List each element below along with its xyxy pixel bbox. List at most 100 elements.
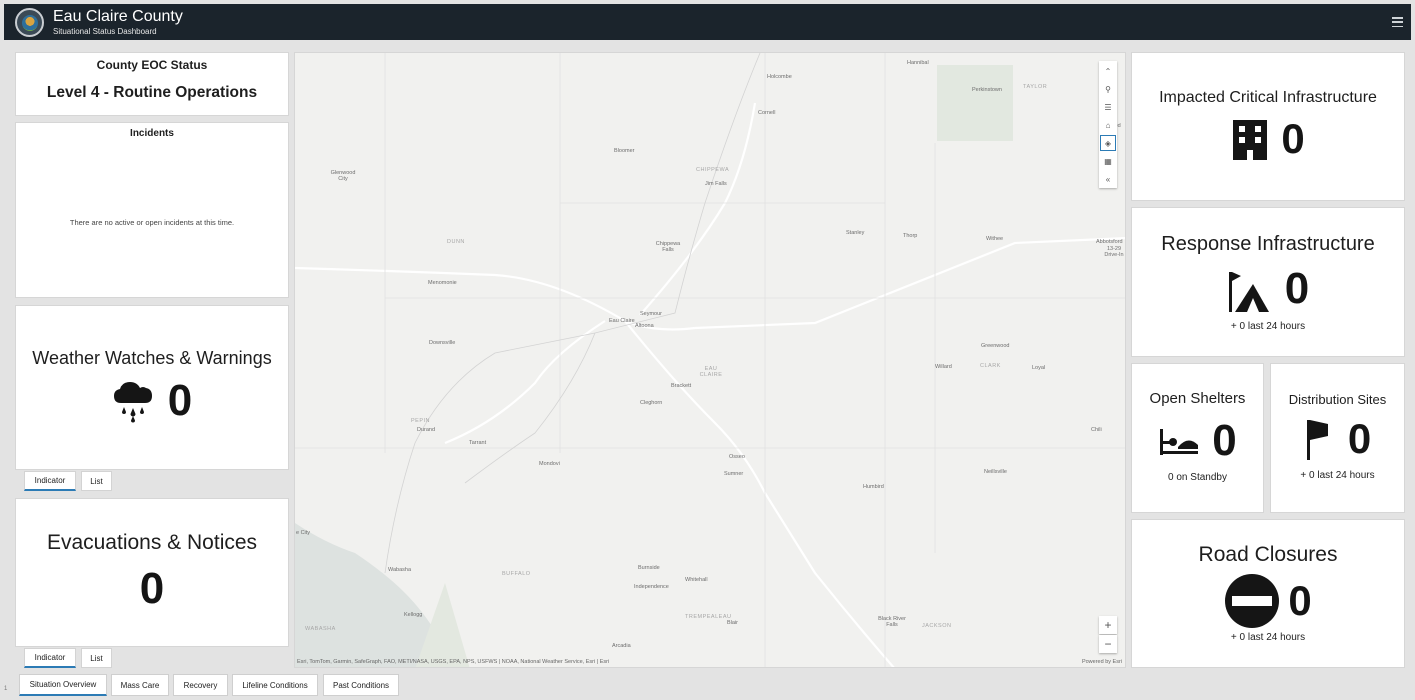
evacuations-title: Evacuations & Notices <box>46 531 258 554</box>
basemap-gallery-icon[interactable]: ▦ <box>1100 153 1116 169</box>
map-place-label: Cleghorn <box>640 400 663 406</box>
tab-mass-care[interactable]: Mass Care <box>111 674 169 696</box>
map-place-label: Stanley <box>846 230 865 236</box>
map-place-label: 13-29 Drive-In <box>1104 246 1124 258</box>
flag-tent-icon <box>1228 272 1269 312</box>
impacted-infrastructure-panel: Impacted Critical Infrastructure 0 <box>1131 52 1405 201</box>
no-entry-icon <box>1225 574 1280 628</box>
map-place-label: Tarrant <box>469 440 487 446</box>
map-place-label: Burnside <box>638 565 660 571</box>
map-county-label: CHIPPEWA <box>696 167 730 173</box>
map-place-label: Bloomer <box>614 148 635 154</box>
response-count: 0 <box>1284 264 1310 313</box>
map-place-label: Black River Falls <box>878 616 906 628</box>
county-seal-logo <box>15 8 44 37</box>
map-place-label: Jim Falls <box>705 181 727 187</box>
rain-cloud-icon <box>113 382 152 423</box>
weather-warnings-panel: Weather Watches & Warnings 0 <box>15 305 289 470</box>
legend-list-icon[interactable]: ☰ <box>1100 99 1116 115</box>
roads-subtext: + 0 last 24 hours <box>1230 632 1306 643</box>
eoc-status-panel: County EOC Status Level 4 - Routine Oper… <box>15 52 289 116</box>
home-icon[interactable]: ⌂ <box>1100 117 1116 133</box>
map-place-label: Menomonie <box>428 280 457 286</box>
app-subtitle: Situational Status Dashboard <box>53 27 157 36</box>
map-place-label: Perkinstown <box>972 87 1002 93</box>
map-place-label: Willard <box>935 364 952 370</box>
tab-past-conditions[interactable]: Past Conditions <box>323 674 399 696</box>
page-indicator: 1 <box>4 686 8 692</box>
collapse-left-icon[interactable]: « <box>1100 171 1116 187</box>
incidents-empty-message: There are no active or open incidents at… <box>69 218 235 227</box>
weather-count: 0 <box>167 376 193 425</box>
shelters-count: 0 <box>1212 416 1237 465</box>
map-place-label: Loyal <box>1032 365 1046 371</box>
map-place-label: Chili <box>1091 427 1102 433</box>
map-county-label: CLARK <box>980 363 1001 369</box>
map-place-label: Eau Claire <box>609 318 635 324</box>
map-basemap <box>295 53 1125 667</box>
search-icon[interactable]: ⚲ <box>1100 81 1116 97</box>
map-county-label: PEPIN <box>411 418 431 424</box>
map-place-label: Arcadia <box>612 643 631 649</box>
evac-tab-indicator[interactable]: Indicator <box>24 648 76 668</box>
tab-lifeline-conditions[interactable]: Lifeline Conditions <box>232 674 318 696</box>
impacted-count: 0 <box>1281 115 1305 162</box>
zoom-out-button[interactable]: − <box>1099 635 1117 653</box>
evacuations-count: 0 <box>139 564 165 613</box>
tab-situation-overview[interactable]: Situation Overview <box>19 674 107 696</box>
map-place-label: Thorp <box>903 233 918 239</box>
roads-count: 0 <box>1288 577 1312 624</box>
tab-recovery[interactable]: Recovery <box>173 674 228 696</box>
map-attribution: Esri, TomTom, Garmin, SafeGraph, FAO, ME… <box>297 659 610 665</box>
map-place-label: Downsville <box>429 340 456 346</box>
evac-tab-list[interactable]: List <box>81 648 112 668</box>
evacuations-panel: Evacuations & Notices 0 <box>15 498 289 647</box>
powered-by-esri[interactable]: Powered by Esri <box>1082 659 1122 665</box>
map-place-label: Mondovi <box>539 461 560 467</box>
map-place-label: Glenwood City <box>330 170 356 182</box>
incidents-title: Incidents <box>130 128 174 139</box>
incidents-panel: Incidents There are no active or open in… <box>15 122 289 298</box>
map-county-label: BUFFALO <box>502 571 531 577</box>
distribution-subtext: + 0 last 24 hours <box>1300 470 1375 481</box>
weather-tab-indicator[interactable]: Indicator <box>24 471 76 491</box>
distribution-sites-panel: Distribution Sites 0 + 0 last 24 hours <box>1270 363 1405 513</box>
app-header: Eau Claire County Situational Status Das… <box>4 4 1411 40</box>
shelters-subtext: 0 on Standby <box>1168 472 1227 483</box>
distribution-count: 0 <box>1347 415 1372 462</box>
map-place-label: Durand <box>417 427 436 433</box>
map-place-label: Altoona <box>635 323 654 329</box>
app-title: Eau Claire County <box>53 8 183 25</box>
response-infrastructure-panel: Response Infrastructure 0 + 0 last 24 ho… <box>1131 207 1405 357</box>
hamburger-menu-icon[interactable] <box>1392 17 1403 27</box>
response-subtext: + 0 last 24 hours <box>1230 321 1306 332</box>
map-place-label: Wabasha <box>388 567 412 573</box>
map-county-label: TAYLOR <box>1023 84 1048 90</box>
zoom-in-button[interactable]: + <box>1099 616 1117 634</box>
map-county-label: EAU CLAIRE <box>699 366 723 378</box>
response-title: Response Infrastructure <box>1161 233 1375 255</box>
road-closures-panel: Road Closures 0 + 0 last 24 hours <box>1131 519 1405 668</box>
map-county-label: TREMPEALEAU <box>685 614 732 620</box>
shelters-title: Open Shelters <box>1149 390 1246 407</box>
map-place-label: Kellogg <box>404 612 423 618</box>
roads-title: Road Closures <box>1198 543 1338 566</box>
impacted-title: Impacted Critical Infrastructure <box>1159 89 1377 106</box>
map-place-label: Blair <box>727 620 739 626</box>
building-icon <box>1233 120 1268 160</box>
map-place-label: Whitehall <box>685 577 708 583</box>
map-place-label: Humbird <box>863 484 884 490</box>
layers-icon[interactable]: ◈ <box>1100 135 1116 151</box>
collapse-up-icon[interactable]: ⌃ <box>1100 63 1116 79</box>
situation-map[interactable]: Hannibal Holcombe Perkinstown Cornell Bl… <box>294 52 1126 668</box>
distribution-title: Distribution Sites <box>1288 392 1387 407</box>
map-place-label: Seymour <box>640 311 663 317</box>
weather-tab-list[interactable]: List <box>81 471 112 491</box>
map-place-label: Cornell <box>758 110 776 116</box>
map-county-label: DUNN <box>447 239 465 245</box>
map-county-label: WABASHA <box>305 626 336 632</box>
map-place-label: e City <box>296 530 311 536</box>
open-shelters-panel: Open Shelters 0 0 on Standby <box>1131 363 1264 513</box>
map-place-label: Abbotsford <box>1096 239 1123 245</box>
map-place-label: Sumner <box>724 471 744 477</box>
